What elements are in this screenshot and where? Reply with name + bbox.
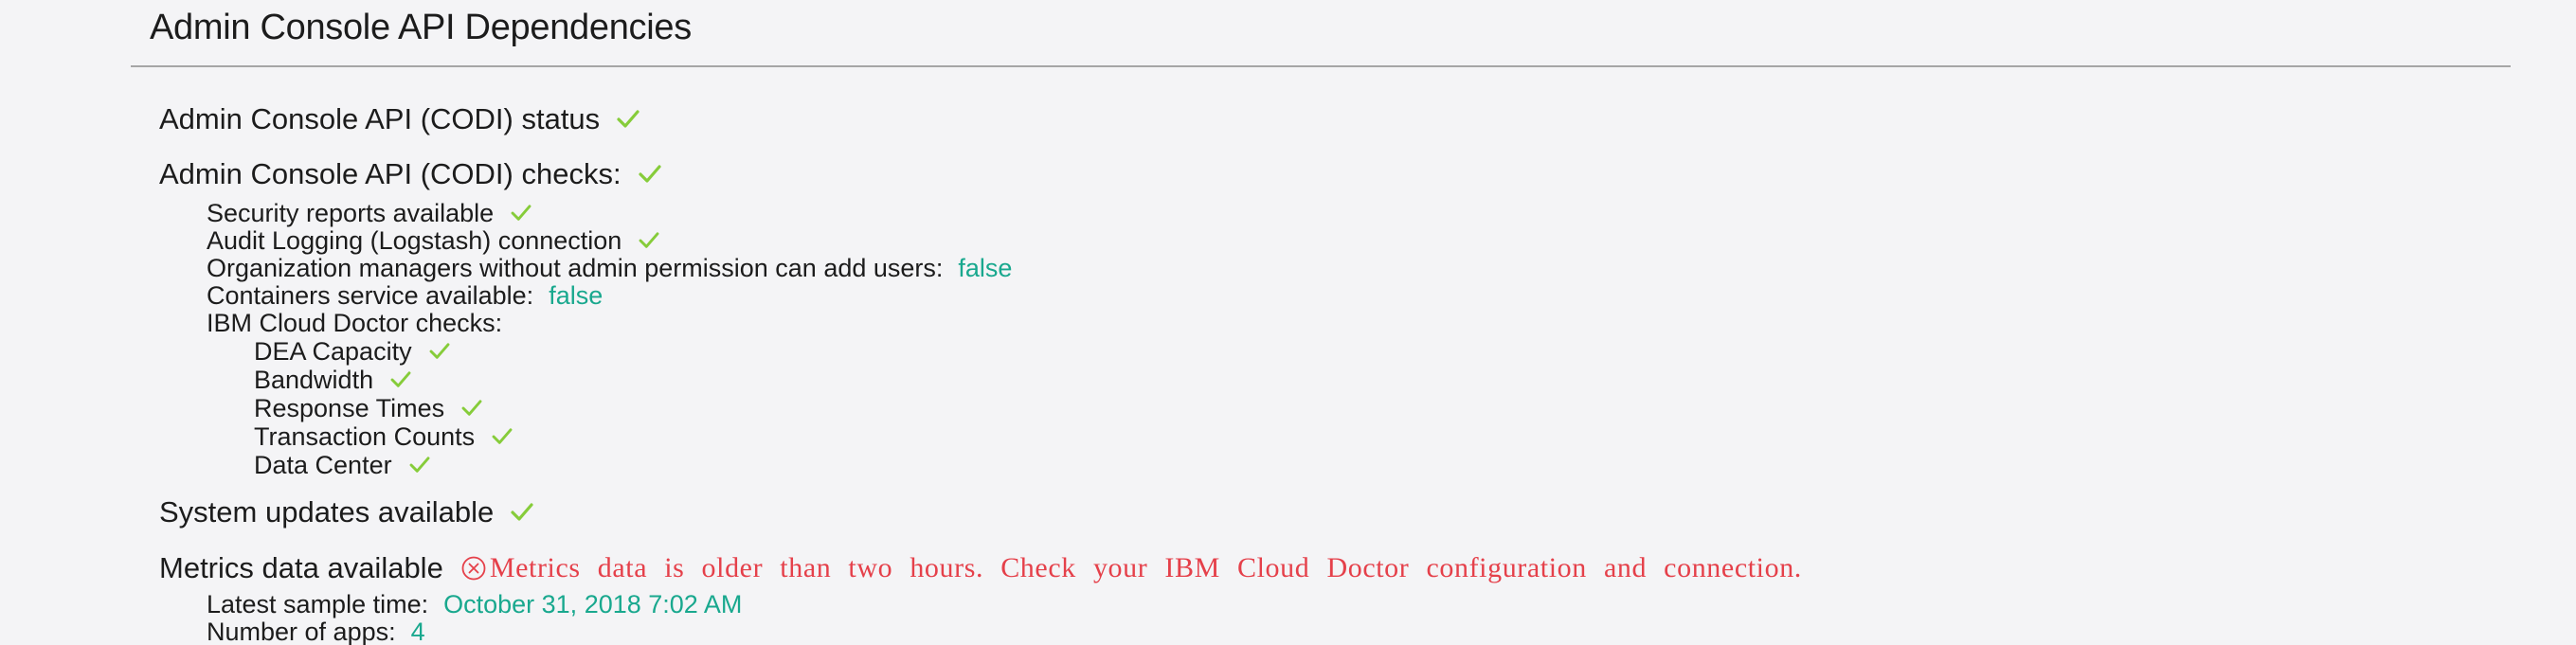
check-item-label: Audit Logging (Logstash) connection bbox=[207, 225, 622, 255]
transaction-counts-row: Transaction Counts bbox=[254, 422, 513, 451]
audit-logging-row: Audit Logging (Logstash) connection bbox=[207, 226, 659, 255]
title-divider bbox=[131, 65, 2511, 67]
dea-capacity-row: DEA Capacity bbox=[254, 337, 450, 366]
number-of-apps-value: 4 bbox=[410, 617, 425, 645]
doctor-item-label: DEA Capacity bbox=[254, 336, 412, 366]
check-item-label: Organization managers without admin perm… bbox=[207, 253, 944, 282]
error-circle-icon bbox=[460, 555, 487, 582]
system-updates-row: System updates available bbox=[159, 492, 533, 533]
doctor-item-label: Transaction Counts bbox=[254, 421, 476, 451]
org-managers-value: false bbox=[958, 253, 1013, 282]
codi-status-label: Admin Console API (CODI) status bbox=[159, 102, 601, 135]
check-icon bbox=[461, 400, 482, 417]
check-icon bbox=[390, 371, 411, 388]
doctor-item-label: Data Center bbox=[254, 450, 392, 479]
number-of-apps-label: Number of apps: bbox=[207, 617, 396, 645]
codi-status-row: Admin Console API (CODI) status bbox=[159, 99, 639, 140]
check-item-label: IBM Cloud Doctor checks: bbox=[207, 308, 503, 337]
containers-service-row: Containers service available: false bbox=[207, 281, 603, 310]
metrics-error: Metrics data is older than two hours. Ch… bbox=[460, 552, 1802, 584]
check-item-label: Containers service available: bbox=[207, 280, 534, 310]
admin-console-dependencies-page: Admin Console API Dependencies Admin Con… bbox=[0, 0, 2576, 645]
doctor-item-label: Response Times bbox=[254, 393, 445, 422]
codi-checks-row: Admin Console API (CODI) checks: bbox=[159, 153, 661, 195]
metrics-error-message: Metrics data is older than two hours. Ch… bbox=[489, 552, 1802, 583]
response-times-row: Response Times bbox=[254, 394, 482, 422]
check-icon bbox=[492, 428, 513, 445]
check-icon bbox=[639, 232, 659, 249]
check-icon bbox=[511, 205, 531, 222]
doctor-item-label: Bandwidth bbox=[254, 365, 374, 394]
check-item-label: Security reports available bbox=[207, 198, 495, 227]
check-icon bbox=[511, 503, 533, 522]
codi-checks-label: Admin Console API (CODI) checks: bbox=[159, 157, 621, 190]
latest-sample-row: Latest sample time: October 31, 2018 7:0… bbox=[207, 590, 742, 618]
data-center-row: Data Center bbox=[254, 451, 430, 479]
cloud-doctor-checks-row: IBM Cloud Doctor checks: bbox=[207, 309, 502, 337]
check-icon bbox=[409, 457, 430, 474]
page-title: Admin Console API Dependencies bbox=[150, 8, 692, 47]
check-icon bbox=[617, 110, 639, 129]
latest-sample-value: October 31, 2018 7:02 AM bbox=[443, 589, 743, 618]
number-of-apps-row: Number of apps: 4 bbox=[207, 618, 425, 645]
metrics-data-row: Metrics data available Metrics data is o… bbox=[159, 547, 1802, 589]
check-icon bbox=[429, 343, 450, 360]
security-reports-row: Security reports available bbox=[207, 199, 531, 227]
check-icon bbox=[638, 165, 661, 184]
metrics-data-label: Metrics data available bbox=[159, 551, 443, 584]
system-updates-label: System updates available bbox=[159, 495, 495, 529]
latest-sample-label: Latest sample time: bbox=[207, 589, 429, 618]
containers-service-value: false bbox=[549, 280, 603, 310]
org-managers-row: Organization managers without admin perm… bbox=[207, 254, 1012, 282]
bandwidth-row: Bandwidth bbox=[254, 366, 411, 394]
